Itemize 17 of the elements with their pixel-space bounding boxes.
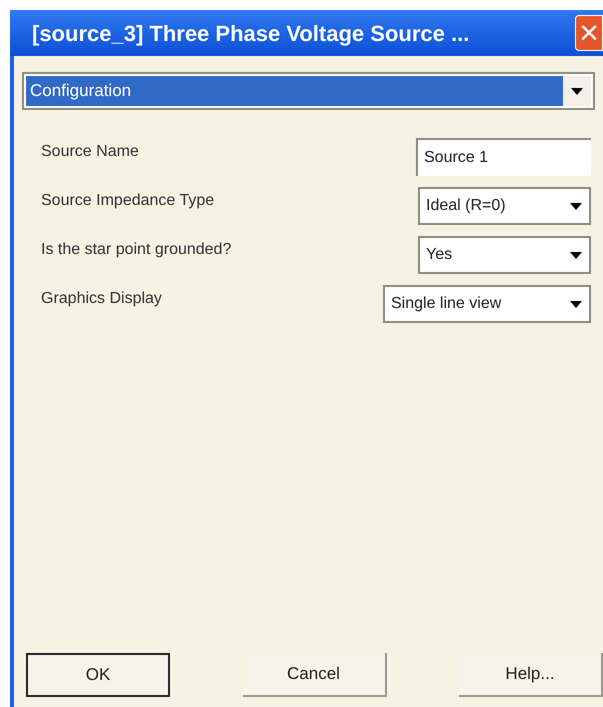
dropdown-field[interactable]: Ideal (R=0) (418, 187, 591, 225)
window-title: [source_3] Three Phase Voltage Source ... (32, 20, 470, 48)
dropdown-field[interactable]: Single line view (383, 285, 591, 323)
dialog-button[interactable]: OK (26, 653, 170, 697)
text-field[interactable]: Source 1 (416, 138, 591, 176)
section-dropdown[interactable]: Configuration (22, 72, 595, 110)
dialog-button[interactable]: Cancel (242, 653, 386, 697)
field-label: Source Name (41, 142, 139, 162)
field-label: Graphics Display (41, 289, 162, 309)
field-label: Is the star point grounded? (41, 240, 232, 260)
dropdown-arrow-icon (570, 202, 582, 210)
dropdown-field[interactable]: Yes (418, 236, 591, 274)
dialog-button[interactable]: Help... (459, 653, 603, 697)
dropdown-arrow-icon (570, 252, 582, 258)
dropdown-arrow-icon (570, 300, 582, 308)
close-button[interactable]: × (575, 15, 603, 51)
field-label: Source Impedance Type (41, 191, 214, 211)
